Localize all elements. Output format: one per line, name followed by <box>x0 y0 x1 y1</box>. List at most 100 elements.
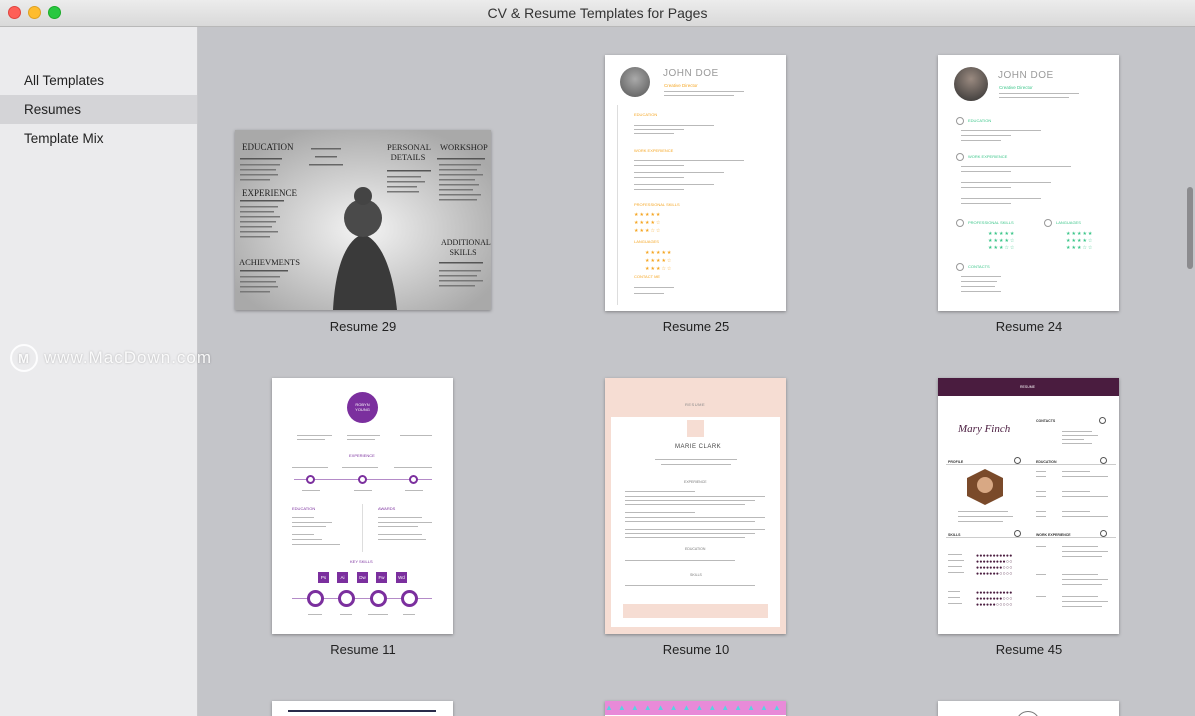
watermark: M www.MacDown.com <box>10 344 212 372</box>
template-thumbnail-resume-10[interactable]: RESUME MARIE CLARK EXPERIENCE EDUCATION … <box>605 378 786 634</box>
work-experience-icon <box>1100 530 1107 537</box>
resume-10-section-experience: EXPERIENCE <box>684 480 707 484</box>
skill-stars-icon: ★★★★☆ <box>988 238 1016 244</box>
template-thumbnail-resume-24[interactable]: JOHN DOE Creative Director EDUCATION WOR… <box>938 55 1119 311</box>
resume-29-heading-achievments: ACHIEVMENTS <box>239 257 300 267</box>
education-icon <box>1100 457 1107 464</box>
language-dots-icon: ●●●●●●○○○○○ <box>976 602 1013 608</box>
contacts-icon <box>1099 417 1106 424</box>
watermark-text: www.MacDown.com <box>44 348 213 367</box>
resume-24-section-languages: LANGUAGES <box>1056 220 1081 225</box>
title-bar: CV & Resume Templates for Pages <box>0 0 1195 27</box>
timeline-dot-icon <box>358 475 367 484</box>
resume-25-section-work-experience: WORK EXPERIENCE <box>634 148 674 153</box>
sidebar-item-resumes[interactable]: Resumes <box>0 95 197 124</box>
skill-stars-icon: ★★★★★ <box>634 212 662 218</box>
sidebar-item-all-templates[interactable]: All Templates <box>0 66 197 95</box>
skill-stars-icon: ★★★★☆ <box>634 220 662 226</box>
skills-icon <box>1014 530 1021 537</box>
resume-10-header: RESUME <box>685 402 706 407</box>
dreamweaver-icon: Dw <box>357 572 368 583</box>
skill-stars-icon: ★★★☆☆ <box>634 228 662 234</box>
resume-29-heading-personal-details: PERSONAL DETAILS <box>387 142 431 162</box>
language-stars-icon: ★★★★☆ <box>645 258 673 264</box>
briefcase-icon <box>956 153 964 161</box>
resume-10-section-skills: SKILLS <box>690 573 702 577</box>
resume-11-section-awards: AWARDS <box>378 506 396 511</box>
resume-29-heading-additional-skills: ADDITIONAL SKILLS <box>441 238 491 257</box>
template-name-resume-11[interactable]: Resume 11 <box>263 642 463 657</box>
resume-10-name: MARIE CLARK <box>675 444 722 450</box>
macdown-logo-icon: M <box>10 344 38 372</box>
resume-11-section-key-skills: KEY SKILLS <box>350 559 373 564</box>
resume-25-section-languages: LANGUAGES <box>634 239 659 244</box>
photo-placeholder-icon <box>687 420 704 437</box>
profile-icon <box>1014 457 1021 464</box>
sidebar-item-template-mix[interactable]: Template Mix <box>0 124 197 153</box>
skill-ring-icon <box>338 590 355 607</box>
skill-ring-icon <box>307 590 324 607</box>
resume-24-section-work-experience: WORK EXPERIENCE <box>968 154 1008 159</box>
resume-45-section-contacts: CONTACTS <box>1036 419 1056 423</box>
resume-11-section-education: EDUCATION <box>292 506 316 511</box>
language-stars-icon: ★★★★☆ <box>1066 238 1094 244</box>
resume-29-heading-workshop: WORKSHOP <box>440 142 488 152</box>
contacts-icon <box>956 263 964 271</box>
resume-24-section-contacts: CONTACTS <box>968 264 990 269</box>
template-thumbnail-partial[interactable] <box>272 701 453 716</box>
template-name-resume-10[interactable]: Resume 10 <box>596 642 796 657</box>
resume-45-section-profile: PROFILE <box>948 460 964 464</box>
template-thumbnail-resume-25[interactable]: JOHN DOE Creative Director EDUCATION WOR… <box>605 55 786 311</box>
profile-photo-icon <box>954 67 988 101</box>
profile-photo-icon <box>620 67 650 97</box>
language-stars-icon: ★★★★★ <box>645 250 673 256</box>
template-name-resume-45[interactable]: Resume 45 <box>929 642 1129 657</box>
app-window: CV & Resume Templates for Pages All Temp… <box>0 0 1195 716</box>
template-thumbnail-partial[interactable] <box>938 701 1119 716</box>
resume-45-name: Mary Finch <box>958 423 1011 435</box>
template-thumbnail-resume-45[interactable]: RESUME Mary Finch CONTACTS PROFILE EDUCA… <box>938 378 1119 634</box>
profile-photo-icon <box>967 469 1003 505</box>
resume-25-section-professional-skills: PROFESSIONAL SKILLS <box>634 202 680 207</box>
resume-11-name: ROBYN YOUNG <box>355 402 370 412</box>
template-thumbnail-partial[interactable]: ▲▲▲▲▲▲▲▲▲▲▲▲▲▲▲ <box>605 701 786 716</box>
resume-25-section-contact-me: CONTACT ME <box>634 274 661 279</box>
resume-24-name: JOHN DOE <box>998 70 1054 81</box>
template-name-resume-24[interactable]: Resume 24 <box>929 319 1129 334</box>
template-name-resume-29[interactable]: Resume 29 <box>263 319 463 334</box>
timeline-dot-icon <box>306 475 315 484</box>
skill-stars-icon: ★★★☆☆ <box>988 245 1016 251</box>
resume-24-role: Creative Director <box>999 85 1033 90</box>
word-icon: Wd <box>396 572 407 583</box>
language-stars-icon: ★★★☆☆ <box>645 266 673 272</box>
window-title: CV & Resume Templates for Pages <box>487 5 708 21</box>
resume-10-contact-bar <box>623 604 768 618</box>
template-thumbnail-resume-29[interactable]: EDUCATION EXPERIENCE ACHIEVMENTS PERSONA… <box>235 130 491 310</box>
skills-icon <box>956 219 964 227</box>
education-icon <box>956 117 964 125</box>
resume-24-section-education: EDUCATION <box>968 118 992 123</box>
template-name-resume-25[interactable]: Resume 25 <box>596 319 796 334</box>
language-dots-icon: ●●●●●●●●○○○ <box>976 596 1013 602</box>
resume-45-section-work-experience: WORK EXPERIENCE <box>1036 533 1071 537</box>
skill-ring-icon <box>370 590 387 607</box>
illustrator-icon: Ai <box>337 572 348 583</box>
language-dots-icon: ●●●●●●●●●●● <box>976 590 1013 596</box>
scrollbar-thumb[interactable] <box>1187 187 1193 269</box>
template-thumbnail-resume-11[interactable]: ROBYN YOUNG EXPERIENCE EDUCATION AWARDS … <box>272 378 453 634</box>
resume-25-role: Creative Director <box>664 83 698 88</box>
skill-dots-icon: ●●●●●●●●○○○ <box>976 565 1013 571</box>
languages-icon <box>1044 219 1052 227</box>
resume-25-section-education: EDUCATION <box>634 112 658 117</box>
language-stars-icon: ★★★☆☆ <box>1066 245 1094 251</box>
skill-dots-icon: ●●●●●●●●●○○ <box>976 559 1013 565</box>
skill-dots-icon: ●●●●●●●●●●● <box>976 553 1013 559</box>
fireworks-icon: Fw <box>376 572 387 583</box>
resume-29-heading-education: EDUCATION <box>242 142 294 152</box>
resume-24-section-professional-skills: PROFESSIONAL SKILLS <box>968 220 1014 225</box>
resume-45-section-skills: SKILLS <box>948 533 961 537</box>
skill-stars-icon: ★★★★★ <box>988 231 1016 237</box>
resume-45-header: RESUME <box>1020 385 1035 389</box>
scrollbar-track[interactable] <box>1184 27 1195 716</box>
resume-25-name: JOHN DOE <box>663 68 719 79</box>
